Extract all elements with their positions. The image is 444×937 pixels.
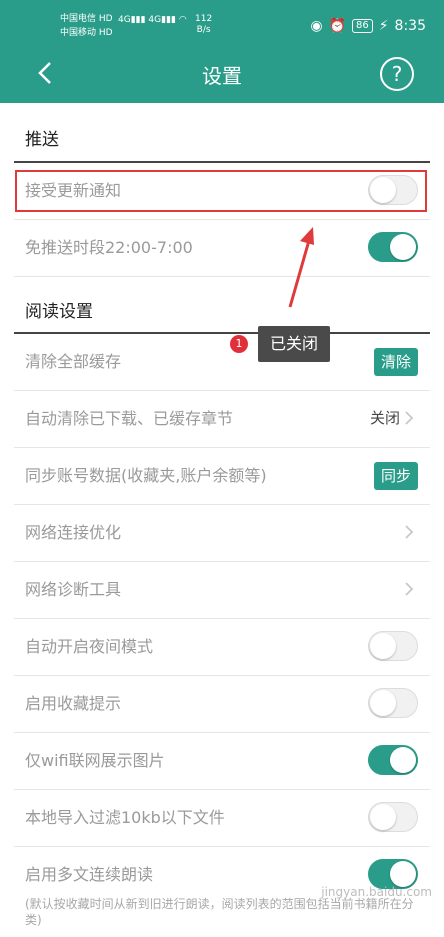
multi-read-footnote: (默认按收藏时间从新到旧进行朗读，阅读列表的范围包括当前书籍所在分类) (25, 897, 414, 927)
annotation-arrow-icon (288, 227, 314, 308)
charging-icon: ⚡ (378, 18, 389, 34)
fav-tip-toggle[interactable] (368, 688, 418, 718)
signal-icon: 4G▮▮▮ 4G▮▮▮ ◠ (118, 15, 187, 25)
setting-label: 本地导入过滤10kb以下文件 (25, 808, 225, 827)
section-title-push: 推送 (25, 130, 59, 150)
setting-label: 免推送时段22:00-7:00 (25, 238, 193, 257)
setting-auto-clear[interactable]: 自动清除已下载、已缓存章节 关闭 (14, 390, 430, 448)
setting-label: 启用多文连续朗读 (25, 865, 154, 884)
carrier-1: 中国电信 (60, 14, 97, 24)
setting-import-filter: 本地导入过滤10kb以下文件 (14, 789, 430, 847)
setting-label: 自动清除已下载、已缓存章节 (25, 409, 234, 428)
chevron-right-icon (405, 582, 414, 596)
toggle-knob (370, 690, 396, 716)
carrier-2: 中国移动 (60, 28, 97, 38)
no-push-period-toggle[interactable] (368, 232, 418, 262)
battery-indicator: 86 (351, 19, 373, 33)
network-type: 4G (118, 15, 131, 25)
setting-network-diagnose[interactable]: 网络诊断工具 (14, 561, 430, 619)
highlight-box (15, 170, 427, 212)
network-speed: 112 B/s (195, 14, 212, 36)
tooltip: 已关闭 (258, 326, 330, 362)
app-header: 中国电信 HD 中国移动 HD 4G▮▮▮ 4G▮▮▮ ◠ 112 B/s ◉ … (0, 0, 444, 103)
help-button[interactable]: ? (380, 57, 414, 91)
status-right: ◉ ⏰ 86 ⚡ 8:35 (310, 18, 426, 34)
setting-auto-night: 自动开启夜间模式 (14, 618, 430, 676)
setting-label: 启用收藏提示 (25, 694, 122, 713)
setting-network-optimize[interactable]: 网络连接优化 (14, 504, 430, 562)
speed-value: 112 (195, 14, 213, 24)
setting-label: 网络连接优化 (25, 523, 122, 542)
toggle-knob (390, 747, 416, 773)
toggle-knob (390, 861, 416, 887)
chevron-right-icon (405, 525, 414, 539)
setting-label: 同步账号数据(收藏夹,账户余额等) (25, 466, 267, 485)
chevron-right-icon (405, 411, 414, 425)
clear-button[interactable]: 清除 (373, 348, 418, 376)
page-title: 设置 (202, 64, 242, 88)
section-title-reading: 阅读设置 (25, 302, 93, 322)
watermark: jingyan.baidu.com (321, 885, 432, 899)
network-type: 4G (148, 15, 162, 25)
auto-clear-value: 关闭 (369, 409, 400, 427)
speed-unit: B/s (196, 25, 211, 35)
toggle-knob (370, 804, 396, 830)
setting-clear-cache: 清除全部缓存 清除 (14, 333, 430, 391)
setting-fav-tip: 启用收藏提示 (14, 675, 430, 733)
wifi-images-toggle[interactable] (368, 745, 418, 775)
toggle-knob (370, 633, 396, 659)
status-carriers: 中国电信 HD 中国移动 HD (60, 12, 113, 40)
step-badge: 1 (230, 335, 248, 353)
alarm-icon: ⏰ (328, 18, 346, 34)
setting-label: 自动开启夜间模式 (25, 637, 154, 656)
sync-button[interactable]: 同步 (373, 462, 418, 490)
setting-label: 网络诊断工具 (25, 580, 122, 599)
setting-wifi-images: 仅wifi联网展示图片 (14, 732, 430, 790)
hd-badge: HD (98, 28, 113, 38)
eye-icon: ◉ (310, 18, 323, 34)
setting-no-push-period: 免推送时段22:00-7:00 (14, 219, 430, 277)
toggle-knob (390, 234, 416, 260)
setting-sync-account: 同步账号数据(收藏夹,账户余额等) 同步 (14, 447, 430, 505)
hd-badge: HD (98, 14, 113, 24)
import-filter-toggle[interactable] (368, 802, 418, 832)
setting-label: 清除全部缓存 (25, 352, 122, 371)
setting-label: 仅wifi联网展示图片 (25, 751, 165, 770)
auto-night-toggle[interactable] (368, 631, 418, 661)
status-time: 8:35 (394, 18, 426, 34)
